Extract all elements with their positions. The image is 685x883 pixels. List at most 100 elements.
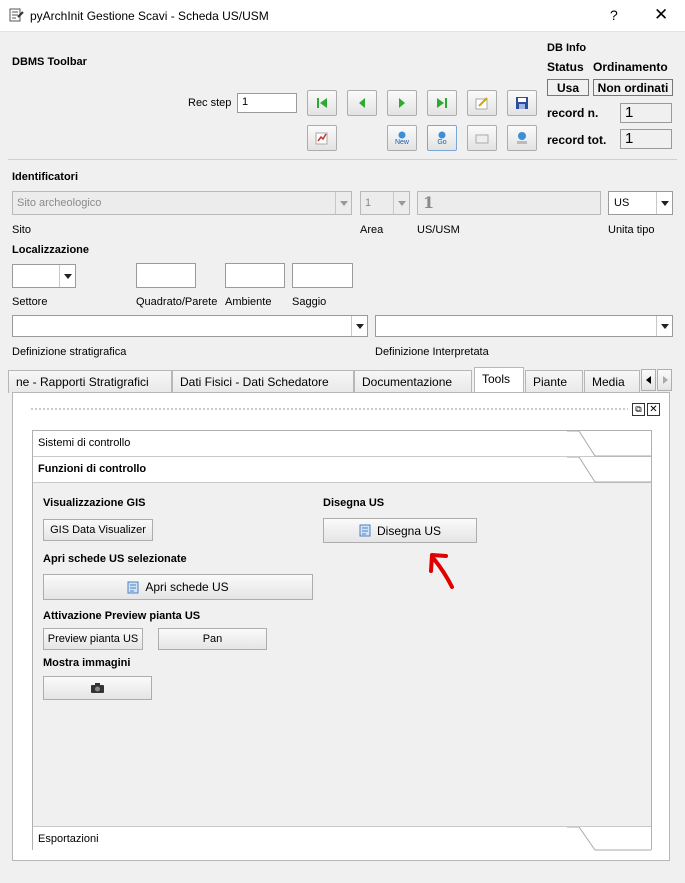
go-button[interactable]: Go xyxy=(427,125,457,151)
chevron-down-icon xyxy=(59,265,75,287)
window-title-bar: pyArchInit Gestione Scavi - Scheda US/US… xyxy=(0,0,685,32)
help-button[interactable]: ? xyxy=(610,7,618,23)
record-tot-label: record tot. xyxy=(547,133,607,147)
save-record-button[interactable] xyxy=(507,90,537,116)
status-value: Usa xyxy=(547,79,589,96)
prev-record-icon xyxy=(359,98,365,108)
rec-step-label: Rec step xyxy=(188,97,232,109)
quadrato-input[interactable] xyxy=(136,263,196,288)
new-label: New xyxy=(394,138,409,146)
area-label: Area xyxy=(360,224,384,236)
search-button[interactable] xyxy=(507,125,537,151)
tools-toolbox: Sistemi di controllo Funzioni di control… xyxy=(32,430,652,852)
gis-data-visualizer-button[interactable]: GIS Data Visualizer xyxy=(43,519,153,541)
tab-media[interactable]: Media xyxy=(584,370,640,393)
camera-icon xyxy=(91,683,104,693)
document-icon xyxy=(359,524,371,537)
preview-pianta-button[interactable]: Preview pianta US xyxy=(43,628,143,650)
mostra-immagini-button[interactable] xyxy=(43,676,152,700)
record-tot-value: 1 xyxy=(620,129,672,149)
mostra-title: Mostra immagini xyxy=(43,657,131,669)
identificatori-title: Identificatori xyxy=(12,171,79,183)
document-icon xyxy=(127,581,139,593)
rec-step-input[interactable]: 1 xyxy=(237,93,297,113)
sito-label: Sito xyxy=(12,224,31,236)
separator xyxy=(8,159,677,160)
float-icon[interactable]: ⧉ xyxy=(632,403,645,416)
chevron-down-icon xyxy=(393,192,409,214)
sort-icon xyxy=(315,132,328,145)
section-funzioni[interactable]: Funzioni di controllo xyxy=(33,457,651,483)
localizzazione-title: Localizzazione xyxy=(12,244,90,256)
section-esportazioni[interactable]: Esportazioni xyxy=(33,826,651,852)
folder-icon xyxy=(475,134,489,144)
prev-record-button[interactable] xyxy=(347,90,377,116)
chevron-down-icon xyxy=(656,316,672,336)
record-n-label: record n. xyxy=(547,106,599,120)
tab-rapporti[interactable]: ne - Rapporti Stratigrafici xyxy=(8,370,172,393)
def-interp-combo[interactable] xyxy=(375,315,673,337)
chevron-down-icon xyxy=(656,192,672,214)
edit-icon xyxy=(475,97,488,110)
tab-corner-shape xyxy=(567,431,651,457)
sort-button[interactable] xyxy=(307,125,337,151)
edit-record-button[interactable] xyxy=(467,90,497,116)
unita-tipo-label: Unita tipo xyxy=(608,224,655,236)
apri-title: Apri schede US selezionate xyxy=(43,553,187,565)
last-record-button[interactable] xyxy=(427,90,457,116)
next-record-button[interactable] xyxy=(387,90,417,116)
tab-piante[interactable]: Piante xyxy=(525,370,583,393)
window-title: pyArchInit Gestione Scavi - Scheda US/US… xyxy=(30,9,269,23)
chevron-down-icon xyxy=(335,192,351,214)
apri-schede-us-label: Apri schede US xyxy=(145,580,229,594)
settore-combo[interactable] xyxy=(12,264,76,288)
tab-scroll-left-button[interactable] xyxy=(641,369,656,391)
chevron-left-icon xyxy=(645,376,651,384)
apri-schede-us-button[interactable]: Apri schede US xyxy=(43,574,313,600)
close-icon[interactable]: ✕ xyxy=(647,403,660,416)
close-button[interactable]: ✕ xyxy=(654,5,668,25)
area-value: 1 xyxy=(365,197,372,209)
disegna-title: Disegna US xyxy=(323,497,385,509)
sito-combo[interactable]: Sito archeologico xyxy=(12,191,352,215)
tab-tools[interactable]: Tools xyxy=(474,367,524,394)
saggio-input[interactable] xyxy=(292,263,353,288)
dbms-toolbar-title: DBMS Toolbar xyxy=(12,56,87,68)
first-record-button[interactable] xyxy=(307,90,337,116)
ordinamento-value: Non ordinati xyxy=(593,79,673,96)
dock-grip[interactable] xyxy=(30,407,628,412)
ambiente-input[interactable] xyxy=(225,263,285,288)
settore-label: Settore xyxy=(12,296,48,308)
new-record-button[interactable]: New xyxy=(387,125,417,151)
chevron-down-icon xyxy=(351,316,367,336)
section-sistemi[interactable]: Sistemi di controllo xyxy=(33,431,651,457)
disegna-us-button[interactable]: Disegna US xyxy=(323,518,477,543)
pan-button[interactable]: Pan xyxy=(158,628,267,650)
chevron-right-icon xyxy=(662,376,668,384)
go-icon xyxy=(438,131,446,138)
tab-dati-fisici[interactable]: Dati Fisici - Dati Schedatore xyxy=(172,370,354,393)
tab-corner-shape xyxy=(567,457,651,483)
arrow-annotation-icon xyxy=(429,553,454,589)
delete-record-button[interactable] xyxy=(467,125,497,151)
us-usm-field[interactable]: 1 xyxy=(417,191,601,215)
quadrato-label: Quadrato/Parete xyxy=(136,296,218,308)
sistemi-label: Sistemi di controllo xyxy=(38,437,131,449)
tab-documentazione[interactable]: Documentazione xyxy=(354,370,472,393)
first-record-icon xyxy=(317,98,327,108)
new-icon xyxy=(398,131,406,138)
esportazioni-label: Esportazioni xyxy=(38,833,99,845)
gis-title: Visualizzazione GIS xyxy=(43,497,146,509)
def-interp-label: Definizione Interpretata xyxy=(375,346,489,358)
us-usm-label: US/USM xyxy=(417,224,460,236)
area-combo[interactable]: 1 xyxy=(360,191,410,215)
app-icon xyxy=(9,8,24,22)
tab-corner-shape xyxy=(567,827,651,851)
tab-scroll-right-button[interactable] xyxy=(657,369,672,391)
search-icon xyxy=(517,132,527,144)
disegna-us-label: Disegna US xyxy=(376,523,442,538)
save-icon xyxy=(516,97,528,109)
status-label: Status xyxy=(547,60,584,74)
unita-tipo-combo[interactable]: US xyxy=(608,191,673,215)
def-strat-combo[interactable] xyxy=(12,315,368,337)
